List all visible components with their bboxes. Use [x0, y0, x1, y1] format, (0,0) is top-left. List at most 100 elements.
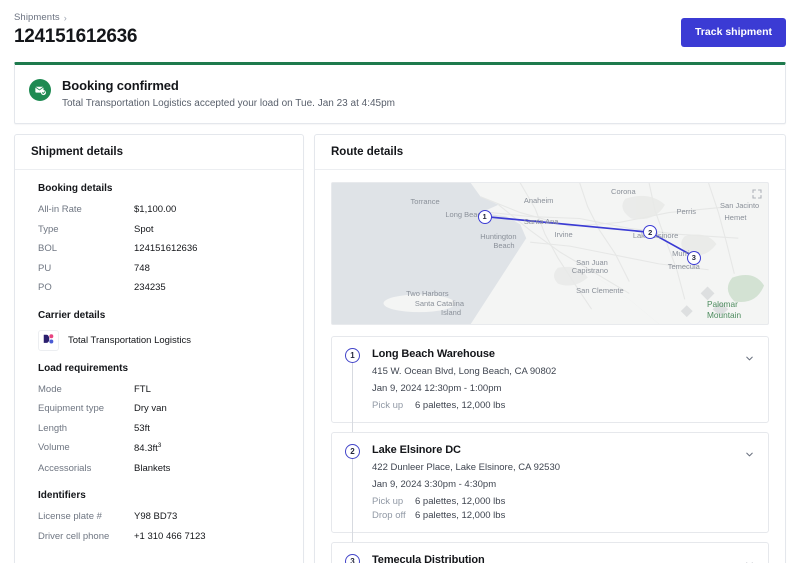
stop-number-badge: 2 — [345, 444, 360, 459]
stop-action-detail: 6 palettes, 12,000 lbs — [415, 510, 506, 521]
detail-label: Equipment type — [38, 403, 105, 414]
mail-check-icon — [29, 79, 51, 101]
stop-time-window: Jan 9, 2024 3:30pm - 4:30pm — [372, 479, 497, 490]
detail-label: BOL — [38, 243, 58, 254]
detail-label: PU — [38, 262, 52, 274]
content-columns: Shipment details Booking details All-in … — [0, 124, 800, 563]
stop-name: Temecula Distribution — [372, 554, 485, 563]
detail-label: License plate # — [38, 511, 102, 523]
stop-card-2[interactable]: 2 Lake Elsinore DC 422 Dunleer Place, La… — [331, 432, 769, 542]
detail-row: Type Spot — [38, 220, 287, 240]
shipment-details-title: Shipment details — [15, 135, 303, 170]
stop-action-row: Pick up 6 palettes, 12,000 lbs — [372, 400, 754, 411]
track-shipment-button[interactable]: Track shipment — [680, 18, 786, 47]
stop-name: Lake Elsinore DC — [372, 444, 461, 456]
carrier-logo-icon — [38, 329, 59, 351]
stop-action-row: Pick up 6 palettes, 12,000 lbs — [372, 496, 754, 507]
detail-value: 84.3ft3 — [134, 442, 162, 454]
detail-row: PO 234235 — [38, 278, 287, 298]
load-requirements-group: Load requirements Mode FTL Equipment typ… — [38, 363, 287, 479]
detail-value: 234235 — [134, 282, 166, 293]
detail-label: PO — [38, 282, 52, 293]
detail-row: BOL 124151612636 — [38, 239, 287, 259]
map-basemap — [332, 183, 768, 324]
booking-confirmed-banner: Booking confirmed Total Transportation L… — [14, 62, 786, 124]
booking-details-title: Booking details — [38, 183, 113, 194]
detail-label: Mode — [38, 383, 62, 395]
carrier-details-group: Carrier details Total Transportation Log… — [38, 310, 287, 351]
route-details-card: Route details Torrance Anaheim Corona Lo… — [314, 134, 786, 563]
stop-card-1[interactable]: 1 Long Beach Warehouse 415 W. Ocean Blvd… — [331, 336, 769, 432]
detail-row: All-in Rate $1,100.00 — [38, 200, 287, 220]
detail-label: Volume — [38, 442, 70, 453]
expand-map-icon[interactable] — [751, 188, 763, 200]
stop-action-kind: Pick up — [372, 496, 404, 507]
map-marker-1[interactable]: 1 — [477, 209, 492, 224]
detail-row: Accessorials Blankets — [38, 459, 287, 479]
stop-card-3[interactable]: 3 Temecula Distribution — [331, 542, 769, 563]
detail-value: 748 — [134, 262, 150, 274]
page-header: Shipments › 124151612636 Track shipment — [0, 0, 800, 48]
stop-action-kind: Drop off — [372, 510, 406, 521]
alert-subtitle: Total Transportation Logistics accepted … — [62, 98, 395, 109]
stop-rail — [352, 363, 353, 432]
stop-number-badge: 3 — [345, 554, 360, 563]
route-details-body: Torrance Anaheim Corona Long Beach Santa… — [315, 170, 785, 563]
detail-label: All-in Rate — [38, 204, 82, 215]
detail-value: Spot — [134, 223, 154, 235]
stop-address: 415 W. Ocean Blvd, Long Beach, CA 90802 — [372, 366, 557, 377]
breadcrumb-item-shipments[interactable]: Shipments — [14, 12, 60, 23]
stop-number-badge: 1 — [345, 348, 360, 363]
stops-list: 1 Long Beach Warehouse 415 W. Ocean Blvd… — [331, 325, 769, 563]
carrier-details-title: Carrier details — [38, 309, 106, 321]
route-map[interactable]: Torrance Anaheim Corona Long Beach Santa… — [331, 182, 769, 325]
detail-label: Driver cell phone — [38, 530, 110, 542]
shipment-detail-page: Shipments › 124151612636 Track shipment … — [0, 0, 800, 563]
volume-exponent: 3 — [157, 442, 162, 449]
detail-row: Length 53ft — [38, 419, 287, 439]
detail-value: Dry van — [134, 403, 167, 414]
chevron-down-icon[interactable] — [744, 351, 755, 362]
detail-value: $1,100.00 — [134, 204, 177, 215]
map-marker-2[interactable]: 2 — [643, 225, 658, 240]
stop-action-row: Drop off 6 palettes, 12,000 lbs — [372, 510, 754, 521]
detail-row: Equipment type Dry van — [38, 399, 287, 419]
detail-value: 124151612636 — [134, 243, 198, 254]
booking-details-group: Booking details All-in Rate $1,100.00 Ty… — [38, 183, 287, 298]
breadcrumb: Shipments › — [14, 12, 137, 23]
detail-row: Mode FTL — [38, 380, 287, 400]
carrier-row[interactable]: Total Transportation Logistics — [38, 327, 287, 351]
detail-value: 53ft — [134, 422, 150, 434]
detail-value: Y98 BD73 — [134, 511, 178, 523]
shipment-details-card: Shipment details Booking details All-in … — [14, 134, 304, 563]
chevron-down-icon[interactable] — [744, 557, 755, 563]
identifiers-title: Identifiers — [38, 490, 86, 502]
header-left: Shipments › 124151612636 — [14, 12, 138, 48]
shipment-details-body: Booking details All-in Rate $1,100.00 Ty… — [15, 170, 303, 563]
stop-action-detail: 6 palettes, 12,000 lbs — [415, 400, 506, 411]
stop-time-window: Jan 9, 2024 12:30pm - 1:00pm — [372, 383, 502, 394]
detail-label: Type — [38, 223, 59, 235]
detail-value: Blankets — [134, 462, 171, 474]
load-requirements-title: Load requirements — [38, 362, 129, 374]
detail-label: Length — [38, 422, 68, 434]
detail-row: Driver cell phone +1 310 466 7123 — [38, 527, 287, 547]
page-title: 124151612636 — [14, 26, 138, 47]
chevron-down-icon[interactable] — [744, 447, 755, 458]
alert-title: Booking confirmed — [62, 78, 179, 93]
identifiers-group: Identifiers License plate # Y98 BD73 Dri… — [38, 490, 287, 546]
stop-address: 422 Dunleer Place, Lake Elsinore, CA 925… — [372, 462, 561, 473]
stop-rail — [352, 459, 353, 542]
route-details-title: Route details — [315, 135, 785, 170]
map-marker-3[interactable]: 3 — [686, 250, 701, 265]
detail-label: Accessorials — [38, 462, 92, 474]
detail-value: +1 310 466 7123 — [134, 530, 206, 542]
detail-row: PU 748 — [38, 259, 287, 279]
alert-text-block: Booking confirmed Total Transportation L… — [62, 78, 395, 109]
stop-name: Long Beach Warehouse — [372, 348, 495, 360]
detail-value: FTL — [134, 383, 151, 395]
detail-row: Volume 84.3ft3 — [38, 438, 287, 459]
carrier-name: Total Transportation Logistics — [68, 334, 192, 346]
detail-row: License plate # Y98 BD73 — [38, 507, 287, 527]
stop-action-detail: 6 palettes, 12,000 lbs — [415, 496, 506, 507]
